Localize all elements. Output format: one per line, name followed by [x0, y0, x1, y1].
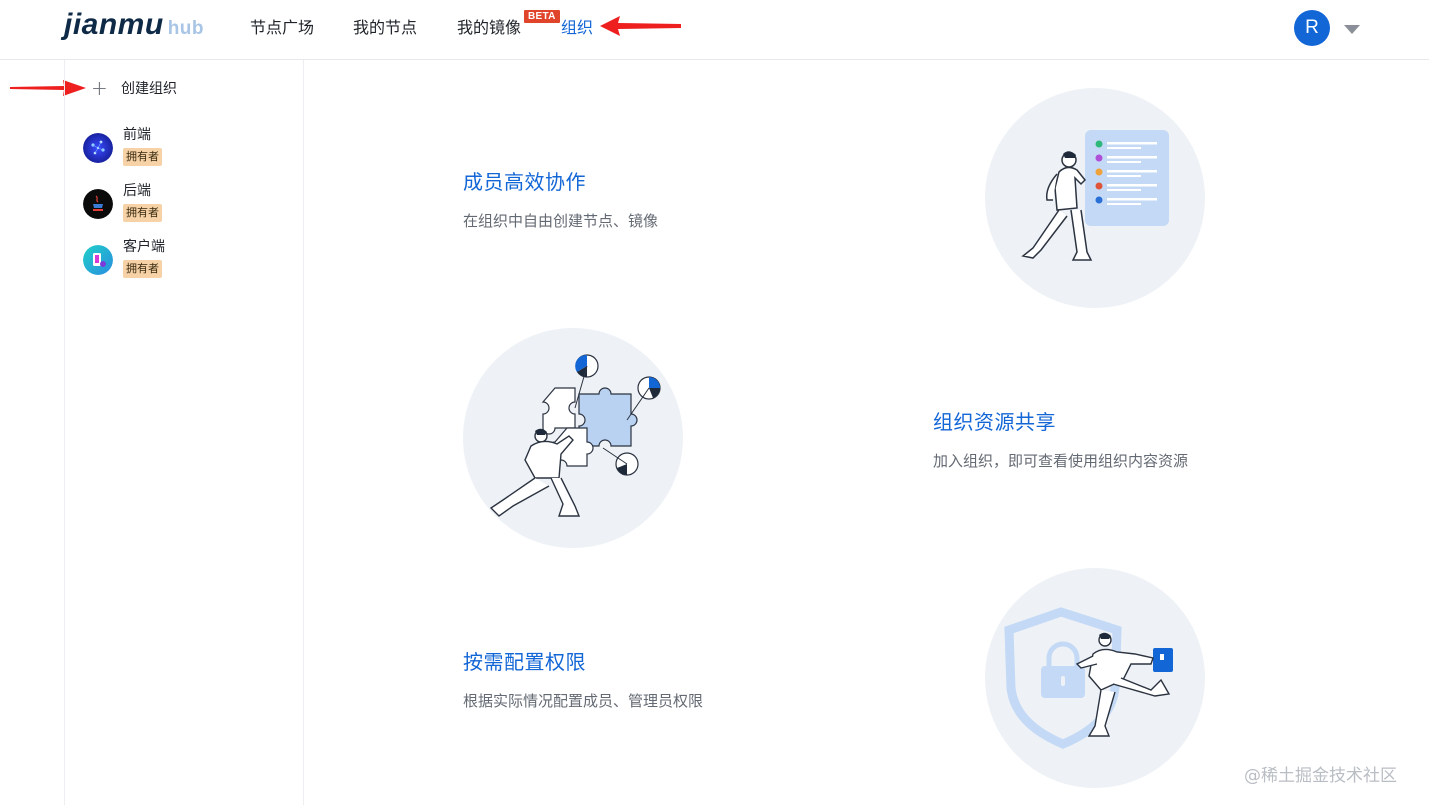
org-item-frontend[interactable]: 前端 拥有者 [83, 124, 293, 172]
org-name: 后端 [123, 183, 151, 199]
feature-title-collaboration: 成员高效协作 [463, 170, 586, 194]
jianmu-hub-logo[interactable]: jianmu hub [64, 8, 204, 44]
watermark-text: @稀土掘金技术社区 [1244, 766, 1397, 786]
nav-my-images[interactable]: 我的镜像 [457, 17, 521, 39]
logo-main-text: jianmu [64, 8, 164, 41]
org-avatar-client [83, 245, 113, 275]
org-item-client[interactable]: 客户端 拥有者 [83, 236, 293, 284]
org-item-backend[interactable]: 后端 拥有者 [83, 180, 293, 228]
feature-title-resource-sharing: 组织资源共享 [933, 410, 1056, 434]
resource-sharing-illustration [463, 328, 683, 548]
logo-sub-text: hub [167, 18, 205, 39]
beta-badge: BETA [524, 10, 560, 23]
chevron-down-icon[interactable] [1344, 25, 1360, 34]
owner-badge: 拥有者 [123, 148, 162, 166]
feature-desc-collaboration: 在组织中自由创建节点、镜像 [463, 212, 659, 230]
nav-my-nodes[interactable]: 我的节点 [353, 17, 417, 39]
user-avatar[interactable]: R [1294, 10, 1330, 46]
org-avatar-frontend [83, 133, 113, 163]
nav-organization[interactable]: 组织 [561, 17, 593, 39]
feature-title-permissions: 按需配置权限 [463, 650, 586, 674]
owner-badge: 拥有者 [123, 260, 162, 278]
org-name: 客户端 [123, 239, 165, 255]
create-org-label: 创建组织 [121, 81, 177, 97]
owner-badge: 拥有者 [123, 204, 162, 222]
permissions-illustration [985, 568, 1205, 788]
org-name: 前端 [123, 127, 151, 143]
feature-desc-permissions: 根据实际情况配置成员、管理员权限 [463, 692, 704, 710]
annotation-arrow-icon [600, 16, 681, 36]
top-header: jianmu hub 节点广场 我的节点 我的镜像 BETA 组织 R [0, 0, 1429, 60]
create-org-button[interactable]: + 创建组织 [91, 77, 177, 99]
collaboration-illustration [985, 88, 1205, 308]
org-sidebar: + 创建组织 前端 拥有者 后端 拥有者 客户端 拥有者 [64, 60, 304, 805]
feature-desc-resource-sharing: 加入组织，即可查看使用组织内容资源 [933, 452, 1189, 470]
org-avatar-backend [83, 189, 113, 219]
nav-node-plaza[interactable]: 节点广场 [250, 17, 314, 39]
plus-icon: + [91, 76, 108, 100]
